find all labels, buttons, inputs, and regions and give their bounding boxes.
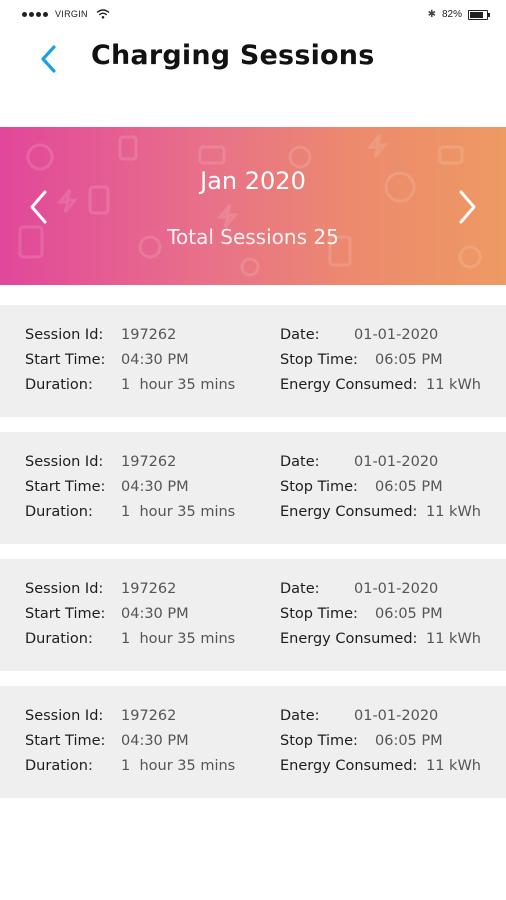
chevron-left-icon [41,45,56,73]
next-month-button[interactable] [450,187,484,227]
start-time-value: 04:30 PM [121,606,189,622]
date-label: Date: [280,454,320,470]
date-value: 01-01-2020 [354,581,439,597]
stop-time-label: Stop Time: [280,606,358,622]
stop-time-value: 06:05 PM [375,733,443,749]
status-right: ✱ 82% [427,9,490,20]
carrier-name: VIRGIN [55,9,88,19]
stop-time-label: Stop Time: [280,733,358,749]
back-button[interactable] [32,42,66,76]
month-banner: Jan 2020 Total Sessions 25 [0,127,506,285]
date-label: Date: [280,327,320,343]
month-label: Jan 2020 [200,167,306,195]
session-id-value: 197262 [121,327,177,343]
session-id-value: 197262 [121,708,177,724]
session-id-value: 197262 [121,581,177,597]
start-time-label: Start Time: [25,606,106,622]
start-time-value: 04:30 PM [121,733,189,749]
session-card[interactable]: Session Id: 197262 Date: 01-01-2020 Star… [0,686,506,798]
chevron-right-icon [459,190,476,224]
stop-time-value: 06:05 PM [375,606,443,622]
battery-icon [468,9,490,20]
signal-dots-icon [22,11,48,17]
date-value: 01-01-2020 [354,327,439,343]
duration-value: 1 hour 35 mins [121,377,236,393]
start-time-label: Start Time: [25,733,106,749]
session-id-label: Session Id: [25,581,104,597]
energy-label: Energy Consumed: [280,504,418,520]
stop-time-label: Stop Time: [280,352,358,368]
energy-value: 11 kWh [426,631,481,647]
total-sessions: Total Sessions 25 [167,225,339,249]
bluetooth-icon: ✱ [427,9,436,20]
energy-label: Energy Consumed: [280,758,418,774]
date-label: Date: [280,708,320,724]
session-id-label: Session Id: [25,454,104,470]
duration-label: Duration: [25,631,93,647]
stop-time-label: Stop Time: [280,479,358,495]
duration-value: 1 hour 35 mins [121,758,236,774]
session-card[interactable]: Session Id: 197262 Date: 01-01-2020 Star… [0,559,506,671]
session-id-label: Session Id: [25,708,104,724]
start-time-value: 04:30 PM [121,352,189,368]
page-title: Charging Sessions [91,40,375,71]
energy-value: 11 kWh [426,758,481,774]
wifi-icon [96,9,110,19]
duration-label: Duration: [25,377,93,393]
battery-percent: 82% [441,9,462,20]
duration-value: 1 hour 35 mins [121,631,236,647]
stop-time-value: 06:05 PM [375,352,443,368]
date-value: 01-01-2020 [354,708,439,724]
energy-label: Energy Consumed: [280,631,418,647]
status-left: VIRGIN [22,9,110,19]
battery-fill [470,11,483,18]
start-time-label: Start Time: [25,479,106,495]
energy-label: Energy Consumed: [280,377,418,393]
duration-value: 1 hour 35 mins [121,504,236,520]
start-time-label: Start Time: [25,352,106,368]
session-id-label: Session Id: [25,327,104,343]
energy-value: 11 kWh [426,504,481,520]
duration-label: Duration: [25,504,93,520]
ev-pattern-background [18,134,482,277]
status-bar: VIRGIN ✱ 82% [0,0,506,32]
session-card[interactable]: Session Id: 197262 Date: 01-01-2020 Star… [0,305,506,417]
header: Charging Sessions [0,32,506,92]
start-time-value: 04:30 PM [121,479,189,495]
energy-value: 11 kWh [426,377,481,393]
date-label: Date: [280,581,320,597]
stop-time-value: 06:05 PM [375,479,443,495]
session-id-value: 197262 [121,454,177,470]
session-card[interactable]: Session Id: 197262 Date: 01-01-2020 Star… [0,432,506,544]
duration-label: Duration: [25,758,93,774]
date-value: 01-01-2020 [354,454,439,470]
